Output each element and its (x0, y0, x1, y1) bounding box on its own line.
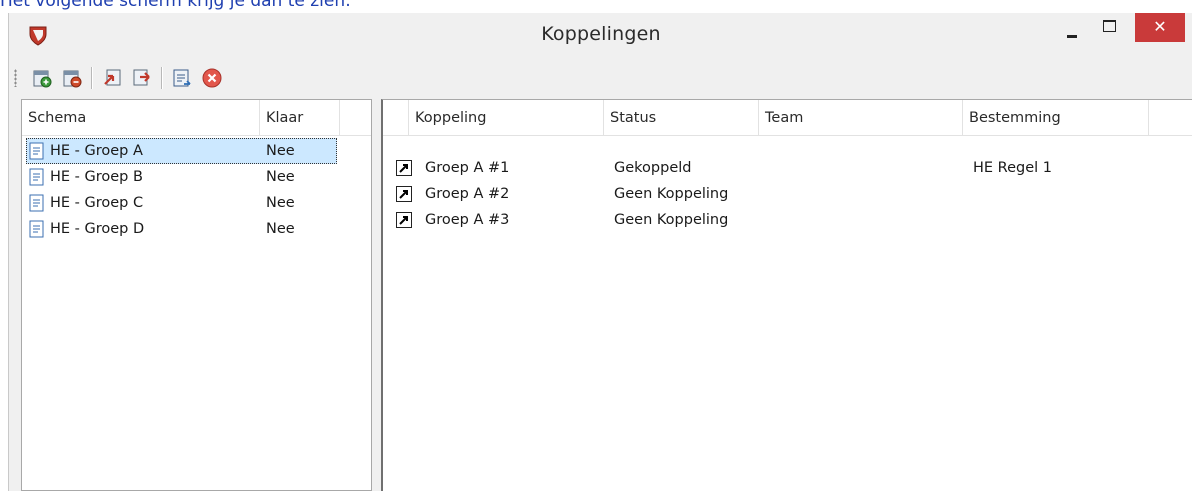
toolbar (9, 57, 1192, 99)
koppeling-row[interactable]: Groep A #1 Gekoppeld HE Regel 1 (383, 155, 1192, 181)
schema-list-header: Schema Klaar (22, 100, 371, 136)
koppeling-status: Geen Koppeling (614, 186, 729, 202)
window-title: Koppelingen (541, 23, 661, 45)
minimize-button[interactable] (1054, 13, 1090, 43)
schema-link-button[interactable] (171, 67, 193, 89)
title-bar[interactable]: Koppelingen ✕ (9, 13, 1192, 57)
remove-schema-button[interactable] (61, 67, 83, 89)
column-header-status[interactable]: Status (604, 100, 759, 136)
schema-klaar: Nee (266, 195, 295, 211)
export-button[interactable] (131, 67, 153, 89)
schema-row[interactable]: HE - Groep A Nee (22, 138, 371, 164)
koppeling-list-header: Koppeling Status Team Bestemming (383, 100, 1192, 136)
column-header-klaar[interactable]: Klaar (260, 100, 340, 136)
toolbar-separator (91, 67, 92, 89)
schema-klaar: Nee (266, 221, 295, 237)
schema-icon (29, 168, 44, 186)
koppeling-name: Groep A #2 (425, 186, 510, 202)
schema-icon (29, 142, 44, 160)
schema-name: HE - Groep A (50, 143, 143, 159)
schema-name: HE - Groep D (50, 221, 145, 237)
import-button[interactable] (101, 67, 123, 89)
column-header-schema[interactable]: Schema (22, 100, 260, 136)
column-header-team[interactable]: Team (759, 100, 963, 136)
column-header-bestemming[interactable]: Bestemming (963, 100, 1149, 136)
schema-icon (29, 194, 44, 212)
schema-row[interactable]: HE - Groep D Nee (22, 216, 371, 242)
schema-row[interactable]: HE - Groep C Nee (22, 190, 371, 216)
koppeling-name: Groep A #1 (425, 160, 510, 176)
schema-list[interactable]: Schema Klaar HE - Groep A Nee HE - Groep… (21, 99, 372, 491)
schema-name: HE - Groep B (50, 169, 143, 185)
column-header-icon (383, 100, 409, 136)
koppeling-name: Groep A #3 (425, 212, 510, 228)
column-header-koppeling[interactable]: Koppeling (409, 100, 604, 136)
koppeling-row[interactable]: Groep A #2 Geen Koppeling (383, 181, 1192, 207)
schema-klaar: Nee (266, 143, 295, 159)
shortcut-arrow-icon (396, 160, 412, 176)
shortcut-arrow-icon (396, 212, 412, 228)
koppeling-status: Geen Koppeling (614, 212, 729, 228)
add-schema-button[interactable] (31, 67, 53, 89)
schema-icon (29, 220, 44, 238)
maximize-button[interactable] (1091, 13, 1127, 43)
koppeling-row[interactable]: Groep A #3 Geen Koppeling (383, 207, 1192, 233)
toolbar-grip[interactable] (14, 69, 17, 87)
delete-button[interactable] (201, 67, 223, 89)
shortcut-arrow-icon (396, 186, 412, 202)
koppelingen-window: Koppelingen ✕ Schema Klaar HE - Groep A … (8, 13, 1192, 491)
koppeling-status: Gekoppeld (614, 160, 692, 176)
koppeling-bestemming: HE Regel 1 (973, 160, 1053, 176)
caption-text: Het volgende scherm krijg je dan te zien… (0, 0, 351, 11)
koppeling-list[interactable]: Koppeling Status Team Bestemming Groep A… (381, 99, 1192, 491)
toolbar-separator (161, 67, 162, 89)
schema-row[interactable]: HE - Groep B Nee (22, 164, 371, 190)
close-button[interactable]: ✕ (1135, 13, 1185, 42)
schema-klaar: Nee (266, 169, 295, 185)
schema-name: HE - Groep C (50, 195, 144, 211)
